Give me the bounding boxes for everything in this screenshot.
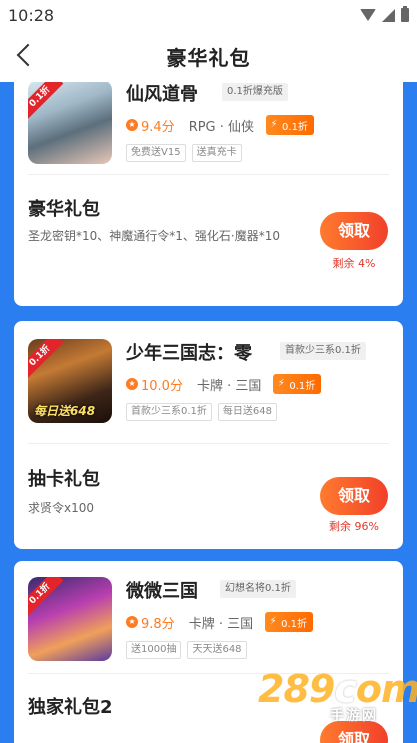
game-tag: 天天送648 xyxy=(187,641,247,659)
back-arrow-icon[interactable] xyxy=(12,42,40,70)
discount-label: 0.1折 xyxy=(281,618,307,630)
watermark-sub: 手游网 xyxy=(330,708,378,724)
divider xyxy=(28,443,389,444)
star-icon: ★ xyxy=(126,378,138,390)
tags-row: 送1000抽 天天送648 xyxy=(126,641,247,659)
discount-ribbon: 0.1折 xyxy=(28,339,64,380)
signal-icon xyxy=(382,8,395,22)
game-name-tag: 0.1折爆充版 xyxy=(222,83,288,101)
wifi-icon xyxy=(360,9,376,21)
game-icon[interactable]: 0.1折 每日送648 xyxy=(28,339,112,423)
score-row: ★ 10.0分 卡牌 · 三国 ⚡ 0.1折 xyxy=(126,373,322,395)
game-genre: 卡牌 · 三国 xyxy=(196,378,262,394)
tags-row: 首款少三系0.1折 每日送648 xyxy=(126,403,277,421)
game-icon[interactable]: 0.1折 xyxy=(28,577,112,661)
discount-badge: ⚡ 0.1折 xyxy=(265,612,313,632)
game-tag: 首款少三系0.1折 xyxy=(126,403,212,421)
game-tag: 送真充卡 xyxy=(191,144,242,162)
discount-badge: ⚡ 0.1折 xyxy=(266,115,314,135)
tags-row: 免费送V15 送真充卡 xyxy=(126,144,242,162)
claim-button[interactable]: 领取 xyxy=(320,212,388,250)
game-score: 9.4分 xyxy=(141,119,175,135)
remaining-percent: 剩余 96% xyxy=(329,520,379,533)
page-title: 豪华礼包 xyxy=(166,45,251,70)
game-info-row[interactable]: 0.1折 仙风道骨 0.1折爆充版 ★ 9.4分 RPG · 仙侠 ⚡ 0.1折… xyxy=(28,82,388,168)
status-bar: 10:28 xyxy=(0,0,417,30)
game-name-tag: 幻想名将0.1折 xyxy=(220,580,296,598)
remaining-percent: 剩余 4% xyxy=(332,257,376,270)
status-time: 10:28 xyxy=(8,5,55,25)
discount-label: 0.1折 xyxy=(282,121,308,133)
gift-title: 豪华礼包 xyxy=(28,199,100,220)
gift-title: 独家礼包2 xyxy=(28,697,113,718)
icon-caption: 每日送648 xyxy=(34,404,96,418)
game-name-tag: 首款少三系0.1折 xyxy=(280,342,366,360)
lightning-icon: ⚡ xyxy=(270,119,278,130)
game-name[interactable]: 微微三国 xyxy=(126,577,198,603)
game-score: 10.0分 xyxy=(141,378,183,394)
battery-icon xyxy=(401,6,409,22)
star-icon: ★ xyxy=(126,119,138,131)
score-row: ★ 9.4分 RPG · 仙侠 ⚡ 0.1折 xyxy=(126,114,314,136)
gift-list[interactable]: 0.1折 仙风道骨 0.1折爆充版 ★ 9.4分 RPG · 仙侠 ⚡ 0.1折… xyxy=(0,82,417,743)
game-info-row[interactable]: 0.1折 微微三国 幻想名将0.1折 ★ 9.8分 卡牌 · 三国 ⚡ 0.1折… xyxy=(28,577,388,665)
game-name[interactable]: 少年三国志：零 xyxy=(126,339,252,365)
game-genre: RPG · 仙侠 xyxy=(188,119,255,135)
site-watermark-logo: 289com 手游网 xyxy=(258,667,417,727)
discount-badge: ⚡ 0.1折 xyxy=(273,374,322,394)
gift-card: 0.1折 仙风道骨 0.1折爆充版 ★ 9.4分 RPG · 仙侠 ⚡ 0.1折… xyxy=(14,82,403,306)
score-row: ★ 9.8分 卡牌 · 三国 ⚡ 0.1折 xyxy=(126,611,313,633)
game-tag: 送1000抽 xyxy=(126,641,182,659)
gift-description: 求贤令x100 xyxy=(28,501,95,515)
nav-bar: 豪华礼包 xyxy=(0,30,417,82)
gift-card: 0.1折 每日送648 少年三国志：零 首款少三系0.1折 ★ 10.0分 卡牌… xyxy=(14,321,403,549)
discount-ribbon: 0.1折 xyxy=(28,577,64,618)
divider xyxy=(28,174,389,175)
game-tag: 每日送648 xyxy=(217,403,277,421)
game-score: 9.8分 xyxy=(141,616,175,632)
game-genre: 卡牌 · 三国 xyxy=(188,616,254,632)
game-name[interactable]: 仙风道骨 xyxy=(126,82,198,106)
lightning-icon: ⚡ xyxy=(269,616,277,627)
game-tag: 免费送V15 xyxy=(126,144,186,162)
discount-ribbon: 0.1折 xyxy=(28,82,64,121)
lightning-icon: ⚡ xyxy=(277,378,285,389)
game-icon[interactable]: 0.1折 xyxy=(28,82,112,164)
gift-description: 圣龙密钥*10、神魔通行令*1、强化石·魔器*10 xyxy=(28,229,280,243)
star-icon: ★ xyxy=(126,616,138,628)
discount-label: 0.1折 xyxy=(289,380,316,392)
claim-button[interactable]: 领取 xyxy=(320,477,388,515)
gift-title: 抽卡礼包 xyxy=(28,469,100,490)
game-info-row[interactable]: 0.1折 每日送648 少年三国志：零 首款少三系0.1折 ★ 10.0分 卡牌… xyxy=(28,339,388,427)
status-icons xyxy=(360,6,409,22)
